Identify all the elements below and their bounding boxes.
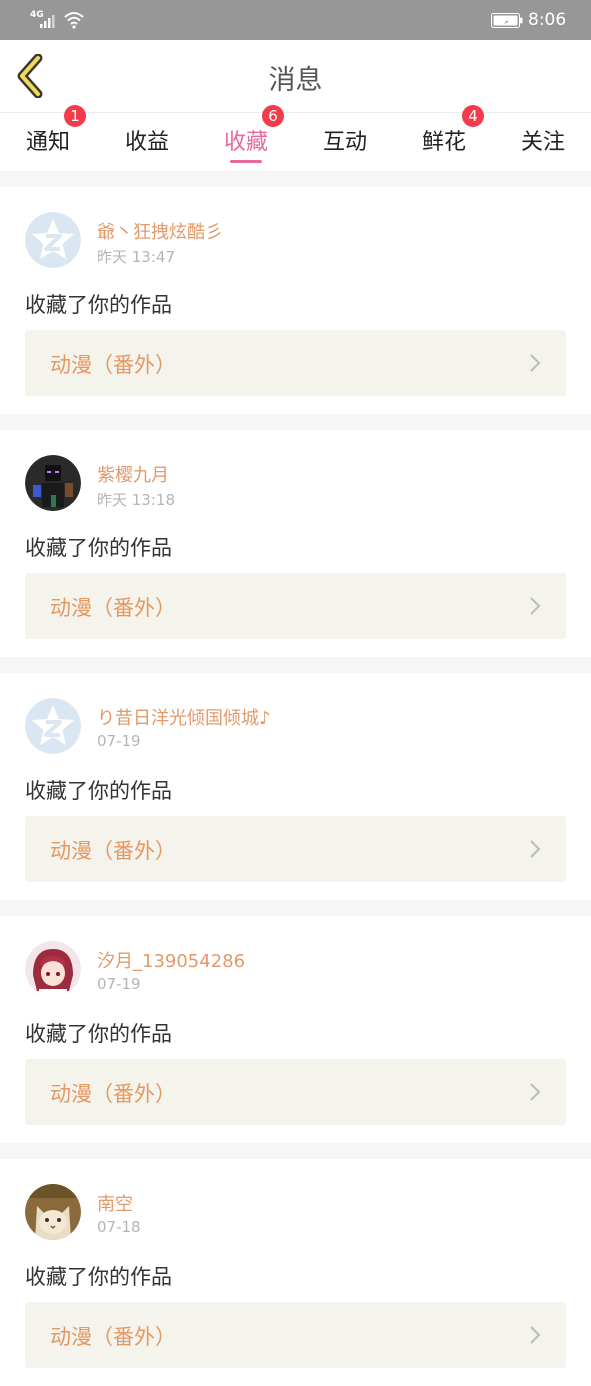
tab-earnings[interactable]: 收益	[107, 113, 187, 171]
tab-label: 关注	[520, 130, 565, 155]
battery-icon	[491, 13, 523, 28]
chevron-right-icon	[530, 597, 541, 615]
work-link[interactable]: 动漫（番外）	[25, 1059, 566, 1125]
favorites-feed: 爺丶狂拽炫酷彡 昨天 13:47 收藏了你的作品 动漫（番外） 紫樱九月 昨天	[0, 171, 591, 1386]
anime-girl-avatar-icon	[25, 941, 81, 997]
username[interactable]: 爺丶狂拽炫酷彡	[97, 218, 223, 244]
action-text: 收藏了你的作品	[25, 536, 172, 560]
list-item: 紫樱九月 昨天 13:18 收藏了你的作品 动漫（番外）	[0, 430, 591, 657]
tab-following[interactable]: 关注	[503, 113, 583, 171]
default-star-avatar-icon	[25, 212, 81, 268]
clock: 8:06	[528, 10, 567, 30]
username[interactable]: り昔日洋光倾国倾城♪	[97, 704, 271, 730]
divider	[0, 900, 591, 916]
page-title: 消息	[268, 65, 323, 96]
tab-label: 鲜花	[421, 130, 466, 155]
list-item: 爺丶狂拽炫酷彡 昨天 13:47 收藏了你的作品 动漫（番外）	[0, 187, 591, 414]
list-item: り昔日洋光倾国倾城♪ 07-19 收藏了你的作品 动漫（番外）	[0, 673, 591, 900]
tab-notifications[interactable]: 通知 1	[8, 105, 88, 171]
work-title: 动漫（番外）	[50, 1082, 176, 1106]
action-text: 收藏了你的作品	[25, 779, 172, 803]
timestamp: 07-18	[97, 1218, 141, 1236]
work-title: 动漫（番外）	[50, 596, 176, 620]
chevron-right-icon	[530, 1083, 541, 1101]
work-link[interactable]: 动漫（番外）	[25, 573, 566, 639]
divider	[0, 171, 591, 187]
divider	[0, 1143, 591, 1159]
tab-flowers[interactable]: 鲜花 4	[404, 105, 484, 171]
tab-label: 收藏	[223, 130, 268, 155]
avatar[interactable]	[25, 1184, 81, 1240]
username[interactable]: 紫樱九月	[97, 461, 169, 487]
username[interactable]: 南空	[97, 1190, 133, 1216]
action-text: 收藏了你的作品	[25, 293, 172, 317]
username[interactable]: 汐月_139054286	[97, 947, 245, 973]
tab-badge: 4	[462, 105, 484, 127]
avatar[interactable]	[25, 941, 81, 997]
timestamp: 07-19	[97, 975, 141, 993]
chevron-right-icon	[530, 354, 541, 372]
work-title: 动漫（番外）	[50, 839, 176, 863]
tab-label: 收益	[124, 130, 169, 155]
divider	[0, 657, 591, 673]
work-link[interactable]: 动漫（番外）	[25, 1302, 566, 1368]
header: 消息	[0, 40, 591, 113]
tab-bar: 通知 1 收益 收藏 6 互动 鲜花 4 关注	[0, 105, 591, 171]
default-star-avatar-icon	[25, 698, 81, 754]
list-item: 汐月_139054286 07-19 收藏了你的作品 动漫（番外）	[0, 916, 591, 1143]
tab-badge: 1	[64, 105, 86, 127]
list-item: 南空 07-18 收藏了你的作品 动漫（番外）	[0, 1159, 591, 1386]
timestamp: 昨天 13:47	[97, 248, 175, 266]
wifi-icon	[64, 12, 84, 29]
action-text: 收藏了你的作品	[25, 1265, 172, 1289]
signal-icon	[40, 15, 55, 28]
timestamp: 07-19	[97, 732, 141, 750]
cat-photo-avatar-icon	[25, 1184, 81, 1240]
tab-interactions[interactable]: 互动	[305, 113, 385, 171]
dark-character-avatar-icon	[25, 455, 81, 511]
work-title: 动漫（番外）	[50, 353, 176, 377]
work-title: 动漫（番外）	[50, 1325, 176, 1349]
tab-label: 通知	[25, 130, 70, 155]
work-link[interactable]: 动漫（番外）	[25, 816, 566, 882]
avatar[interactable]	[25, 455, 81, 511]
status-bar: 4G 8:06	[0, 0, 591, 40]
work-link[interactable]: 动漫（番外）	[25, 330, 566, 396]
divider	[0, 414, 591, 430]
tab-favorites[interactable]: 收藏 6	[206, 105, 286, 171]
chevron-right-icon	[530, 840, 541, 858]
action-text: 收藏了你的作品	[25, 1022, 172, 1046]
avatar[interactable]	[25, 212, 81, 268]
tab-label: 互动	[322, 130, 367, 155]
tab-badge: 6	[262, 105, 284, 127]
active-tab-indicator	[230, 160, 262, 163]
timestamp: 昨天 13:18	[97, 491, 175, 509]
chevron-right-icon	[530, 1326, 541, 1344]
avatar[interactable]	[25, 698, 81, 754]
